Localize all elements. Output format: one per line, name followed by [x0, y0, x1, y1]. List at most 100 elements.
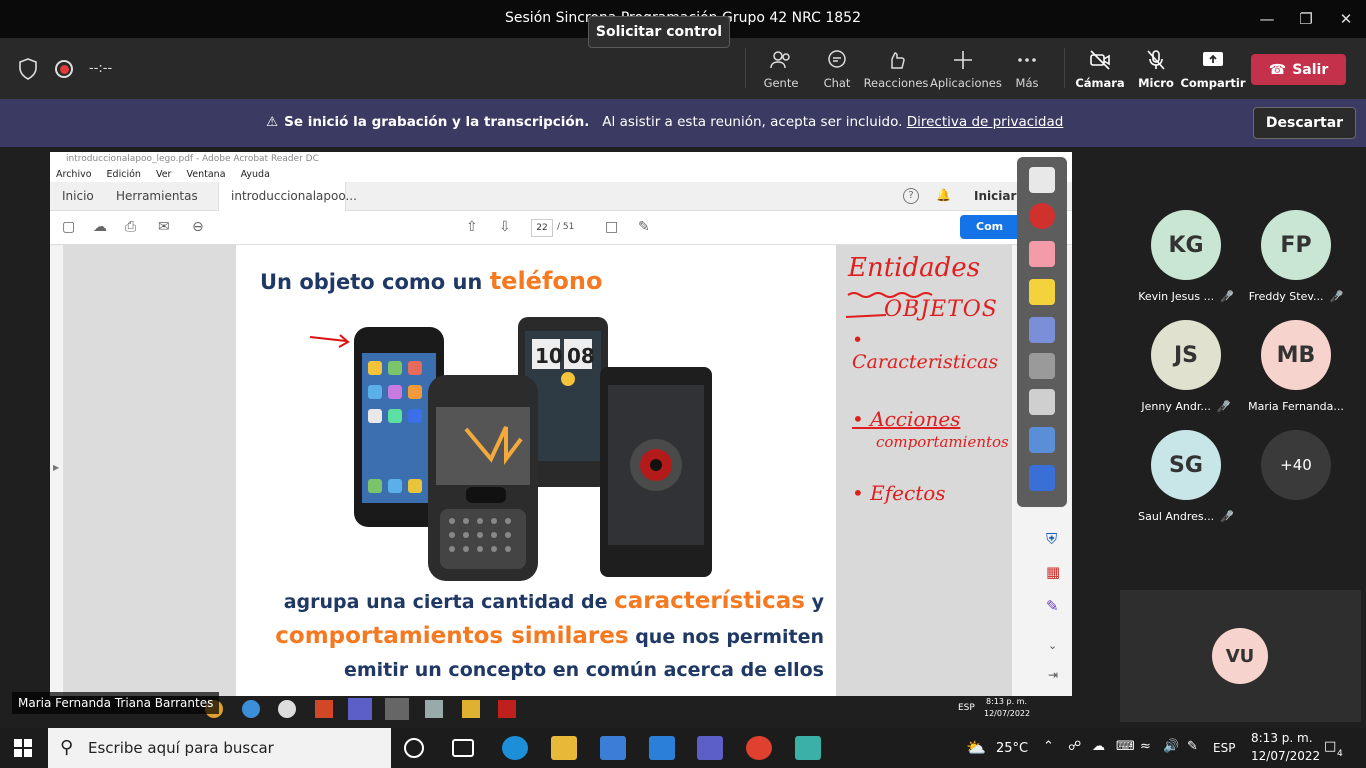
pen-icon[interactable]: ✎	[638, 219, 656, 237]
shared-screen: introduccionalapoo_lego.pdf - Adobe Acro…	[50, 152, 1072, 696]
mic-off-icon: 🎤̸	[1329, 290, 1344, 303]
comment-icon[interactable]: □	[605, 219, 623, 237]
expand-panel-icon[interactable]: ▶	[53, 463, 59, 472]
scroll-down-icon[interactable]: ⌄	[1048, 639, 1057, 652]
expand-right-icon[interactable]: ⇥	[1048, 668, 1058, 682]
edge-icon[interactable]	[502, 736, 528, 760]
weather-icon[interactable]: ⛅	[966, 738, 986, 757]
page-down-icon[interactable]: ⇩	[499, 219, 517, 237]
notification-icon[interactable]: □	[1324, 739, 1336, 754]
app-icon	[278, 700, 296, 718]
app-icon	[462, 700, 480, 718]
pen-tray-icon[interactable]: ✎	[1187, 739, 1198, 754]
slide-line-3: emitir un concepto en común acerca de el…	[343, 659, 824, 681]
handwritten-notes: Entidades OBJETOS • Caracteristicas • Ac…	[836, 245, 1012, 696]
apps-button[interactable]: Aplicaciones	[930, 44, 1002, 94]
close-icon[interactable]: ✕	[1331, 6, 1361, 32]
reactions-button[interactable]: Reacciones	[863, 44, 929, 94]
screen-capture-icon[interactable]	[1029, 427, 1055, 453]
menu-ventana[interactable]: Ventana	[187, 167, 226, 182]
speaker-name: Maria Fernanda Triana Barrantes	[12, 692, 220, 714]
print-icon[interactable]: ⎙	[125, 219, 143, 237]
participant-tile[interactable]: JS Jenny Andr... 🎤̸	[1131, 320, 1241, 430]
add-icon	[930, 48, 996, 76]
participant-tile[interactable]: FP Freddy Stev... 🎤̸	[1241, 210, 1351, 320]
minimize-icon[interactable]: —	[1252, 6, 1282, 32]
chrome-icon[interactable]	[746, 736, 772, 760]
divider	[1064, 48, 1065, 88]
task-view-icon[interactable]	[452, 739, 474, 757]
line-tool-icon[interactable]	[1029, 353, 1055, 379]
windows-icon[interactable]	[1029, 465, 1055, 491]
protect-icon[interactable]: ⛨	[1046, 530, 1057, 548]
self-video-tile[interactable]: VU	[1120, 590, 1361, 722]
participant-tile[interactable]: KG Kevin Jesus ... 🎤̸	[1131, 210, 1241, 320]
temperature[interactable]: 25°C	[996, 741, 1028, 756]
participant-tile[interactable]: SG Saul Andres... 🎤̸	[1131, 430, 1241, 540]
menu-ayuda[interactable]: Ayuda	[241, 167, 270, 182]
pdf-icon[interactable]: ▦	[1046, 563, 1060, 581]
windows-start-icon[interactable]	[14, 739, 32, 761]
help-icon[interactable]: ?	[903, 188, 919, 204]
tab-document-label: introduccionalapoo...	[231, 189, 357, 203]
store-icon[interactable]	[600, 736, 626, 760]
share-screen-button[interactable]: Compartir	[1180, 44, 1246, 94]
inner-date: 12/07/2022	[984, 709, 1031, 718]
participant-tile[interactable]: MB Maria Fernanda...	[1241, 320, 1351, 430]
mail-icon[interactable]: ✉	[158, 219, 176, 237]
save-icon[interactable]: ▢	[62, 219, 80, 237]
share-label: Compartir	[1180, 76, 1246, 90]
zoom-out-icon[interactable]: ⊖	[192, 219, 210, 237]
upload-cloud-icon[interactable]: ☁	[93, 219, 111, 237]
fill-sign-icon[interactable]: ✎	[1046, 597, 1059, 615]
note-efectos: • Efectos	[852, 481, 946, 505]
leave-button[interactable]: ☎ Salir	[1251, 54, 1346, 85]
maximize-icon[interactable]: ❐	[1291, 6, 1321, 32]
whiteboard-icon[interactable]	[1029, 167, 1055, 193]
bell-icon[interactable]: 🔔	[936, 188, 951, 202]
cortana-icon[interactable]	[404, 738, 424, 758]
wifi-icon[interactable]: ≈	[1140, 739, 1151, 754]
language-indicator[interactable]: ESP	[1213, 741, 1235, 755]
page-up-icon[interactable]: ⇧	[466, 219, 484, 237]
menu-ver[interactable]: Ver	[156, 167, 172, 182]
onedrive-icon[interactable]: ☁	[1092, 739, 1105, 754]
menu-edicion[interactable]: Edición	[107, 167, 141, 182]
pointer-icon[interactable]	[1029, 317, 1055, 343]
eraser-icon[interactable]	[1029, 241, 1055, 267]
clock-date[interactable]: 12/07/2022	[1251, 749, 1320, 763]
chat-button[interactable]: Chat	[804, 44, 870, 94]
privacy-link[interactable]: Directiva de privacidad	[907, 114, 1064, 130]
taskbar-search[interactable]: ⚲ Escribe aquí para buscar	[48, 728, 391, 768]
ime-icon[interactable]: ⌨	[1116, 739, 1135, 754]
reactions-icon	[863, 48, 929, 76]
banner-bold-text: Se inició la grabación y la transcripció…	[284, 114, 590, 130]
tab-document[interactable]: introduccionalapoo... ✕	[218, 182, 357, 232]
highlighter-icon[interactable]	[1029, 279, 1055, 305]
svg-text:08: 08	[567, 344, 595, 368]
more-label: Más	[1015, 76, 1039, 90]
teams-icon[interactable]	[697, 736, 723, 760]
tab-herramientas[interactable]: Herramientas	[116, 182, 198, 211]
page-number-input[interactable]: 22	[531, 219, 553, 237]
pen-tool-icon[interactable]	[1029, 203, 1055, 229]
usb-icon[interactable]: ☍	[1068, 739, 1081, 754]
request-control-button[interactable]: Solicitar control	[588, 16, 730, 48]
more-participants-button[interactable]: +40	[1241, 430, 1351, 540]
mail-icon[interactable]	[649, 736, 675, 760]
chevron-up-icon[interactable]: ⌃	[1043, 739, 1054, 754]
keyboard-icon[interactable]	[1029, 389, 1055, 415]
slide-title-highlight: teléfono	[489, 267, 603, 295]
menu-archivo[interactable]: Archivo	[56, 167, 92, 182]
more-button[interactable]: Más	[994, 44, 1060, 94]
note-acciones: • Acciones	[852, 407, 961, 431]
clock-time[interactable]: 8:13 p. m.	[1251, 731, 1313, 745]
volume-icon[interactable]: 🔊	[1163, 739, 1179, 754]
shield-icon	[18, 58, 38, 84]
tab-inicio[interactable]: Inicio	[62, 182, 94, 211]
file-explorer-icon[interactable]	[551, 736, 577, 760]
slide-title: Un objeto como un teléfono	[260, 267, 602, 295]
dismiss-button[interactable]: Descartar	[1253, 107, 1356, 139]
note-objetos: OBJETOS	[884, 297, 998, 322]
app-icon[interactable]	[795, 736, 821, 760]
